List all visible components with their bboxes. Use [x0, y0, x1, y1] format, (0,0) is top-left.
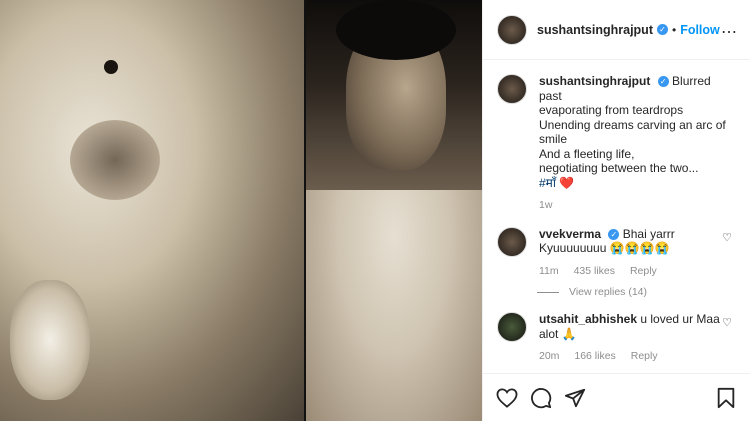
avatar[interactable]	[497, 312, 527, 342]
instagram-post: sushantsinghrajput ✓ • Follow ⋯ sushants…	[0, 0, 750, 421]
post-header: sushantsinghrajput ✓ • Follow ⋯	[483, 0, 750, 60]
action-bar	[483, 373, 750, 421]
post-username[interactable]: sushantsinghrajput	[537, 23, 653, 37]
caption-line: evaporating from teardrops	[539, 103, 684, 117]
comment-likes[interactable]: 435 likes	[574, 265, 615, 277]
comment-content: vvekverma ✓ Bhai yarrr Kyuuuuuuuu 😭😭😭😭 1…	[539, 227, 736, 279]
caption-line: Unending dreams carving an arc of	[539, 117, 726, 132]
comment-username[interactable]: vvekverma	[539, 227, 601, 241]
photo-hair	[336, 0, 456, 60]
post-sidebar: sushantsinghrajput ✓ • Follow ⋯ sushants…	[482, 0, 750, 421]
verified-badge-icon: ✓	[656, 24, 668, 35]
comment-username[interactable]: utsahit_abhishek	[539, 312, 637, 326]
avatar[interactable]	[497, 226, 527, 257]
comment-like-icon[interactable]: ♡	[722, 316, 732, 329]
heart-icon[interactable]	[495, 386, 519, 410]
comment-text: Bhai yarrr	[622, 226, 675, 241]
comment-text: Kyuuuuuuuu 😭😭😭😭	[539, 241, 670, 255]
photo-torso	[306, 190, 482, 421]
caption-username[interactable]: sushantsinghrajput	[539, 74, 650, 88]
comment-row: utsahit_abhishek u loved ur Maa alot 🙏 2…	[483, 298, 750, 364]
comment-likes[interactable]: 166 likes	[574, 350, 615, 362]
photo-ear	[10, 280, 90, 400]
comment-row: vvekverma ✓ Bhai yarrr Kyuuuuuuuu 😭😭😭😭 1…	[483, 213, 750, 279]
caption-line: negotiating between the two...	[539, 161, 699, 175]
verified-badge-icon: ✓	[657, 76, 669, 88]
reply-button[interactable]: Reply	[631, 350, 658, 362]
caption-content: sushantsinghrajput ✓ Blurred past evapor…	[539, 74, 736, 213]
more-options-icon[interactable]: ⋯	[721, 22, 738, 42]
avatar[interactable]	[497, 74, 527, 104]
caption-hashtag[interactable]: #माँ ❤️	[539, 176, 574, 190]
separator-dot: •	[671, 22, 677, 37]
reply-button[interactable]: Reply	[630, 265, 657, 277]
caption-line: And a fleeting life,	[539, 146, 635, 161]
comment-like-icon[interactable]: ♡	[722, 231, 732, 244]
comment-meta: 11m 435 likes Reply	[539, 264, 736, 279]
photo-right-portrait	[306, 0, 482, 421]
comment-text: alot 🙏	[539, 326, 577, 341]
photo-shade	[70, 120, 160, 200]
comment-text: u loved ur Maa	[640, 312, 720, 326]
caption: sushantsinghrajput ✓ Blurred past evapor…	[483, 60, 750, 213]
view-replies-button[interactable]: View replies (14)	[537, 286, 750, 298]
caption-line: smile	[539, 132, 568, 146]
avatar[interactable]	[497, 14, 527, 45]
photo-bindi	[104, 60, 118, 74]
replies-line	[537, 291, 559, 293]
photo-left-mother	[0, 0, 304, 421]
share-icon[interactable]	[563, 386, 587, 410]
comment-icon[interactable]	[529, 386, 553, 410]
bookmark-icon[interactable]	[714, 386, 738, 410]
verified-badge-icon: ✓	[608, 228, 620, 240]
comments-section[interactable]: sushantsinghrajput ✓ Blurred past evapor…	[483, 60, 750, 372]
caption-meta: 1w	[539, 198, 736, 213]
comment-time[interactable]: 11m	[539, 265, 559, 277]
comment-meta: 20m 166 likes Reply	[539, 349, 736, 364]
comment-time[interactable]: 20m	[539, 350, 559, 362]
post-image[interactable]	[0, 0, 482, 421]
follow-button[interactable]: Follow	[680, 23, 720, 37]
view-replies-label[interactable]: View replies (14)	[569, 286, 647, 298]
comment-content: utsahit_abhishek u loved ur Maa alot 🙏 2…	[539, 312, 736, 364]
caption-time[interactable]: 1w	[539, 199, 552, 211]
